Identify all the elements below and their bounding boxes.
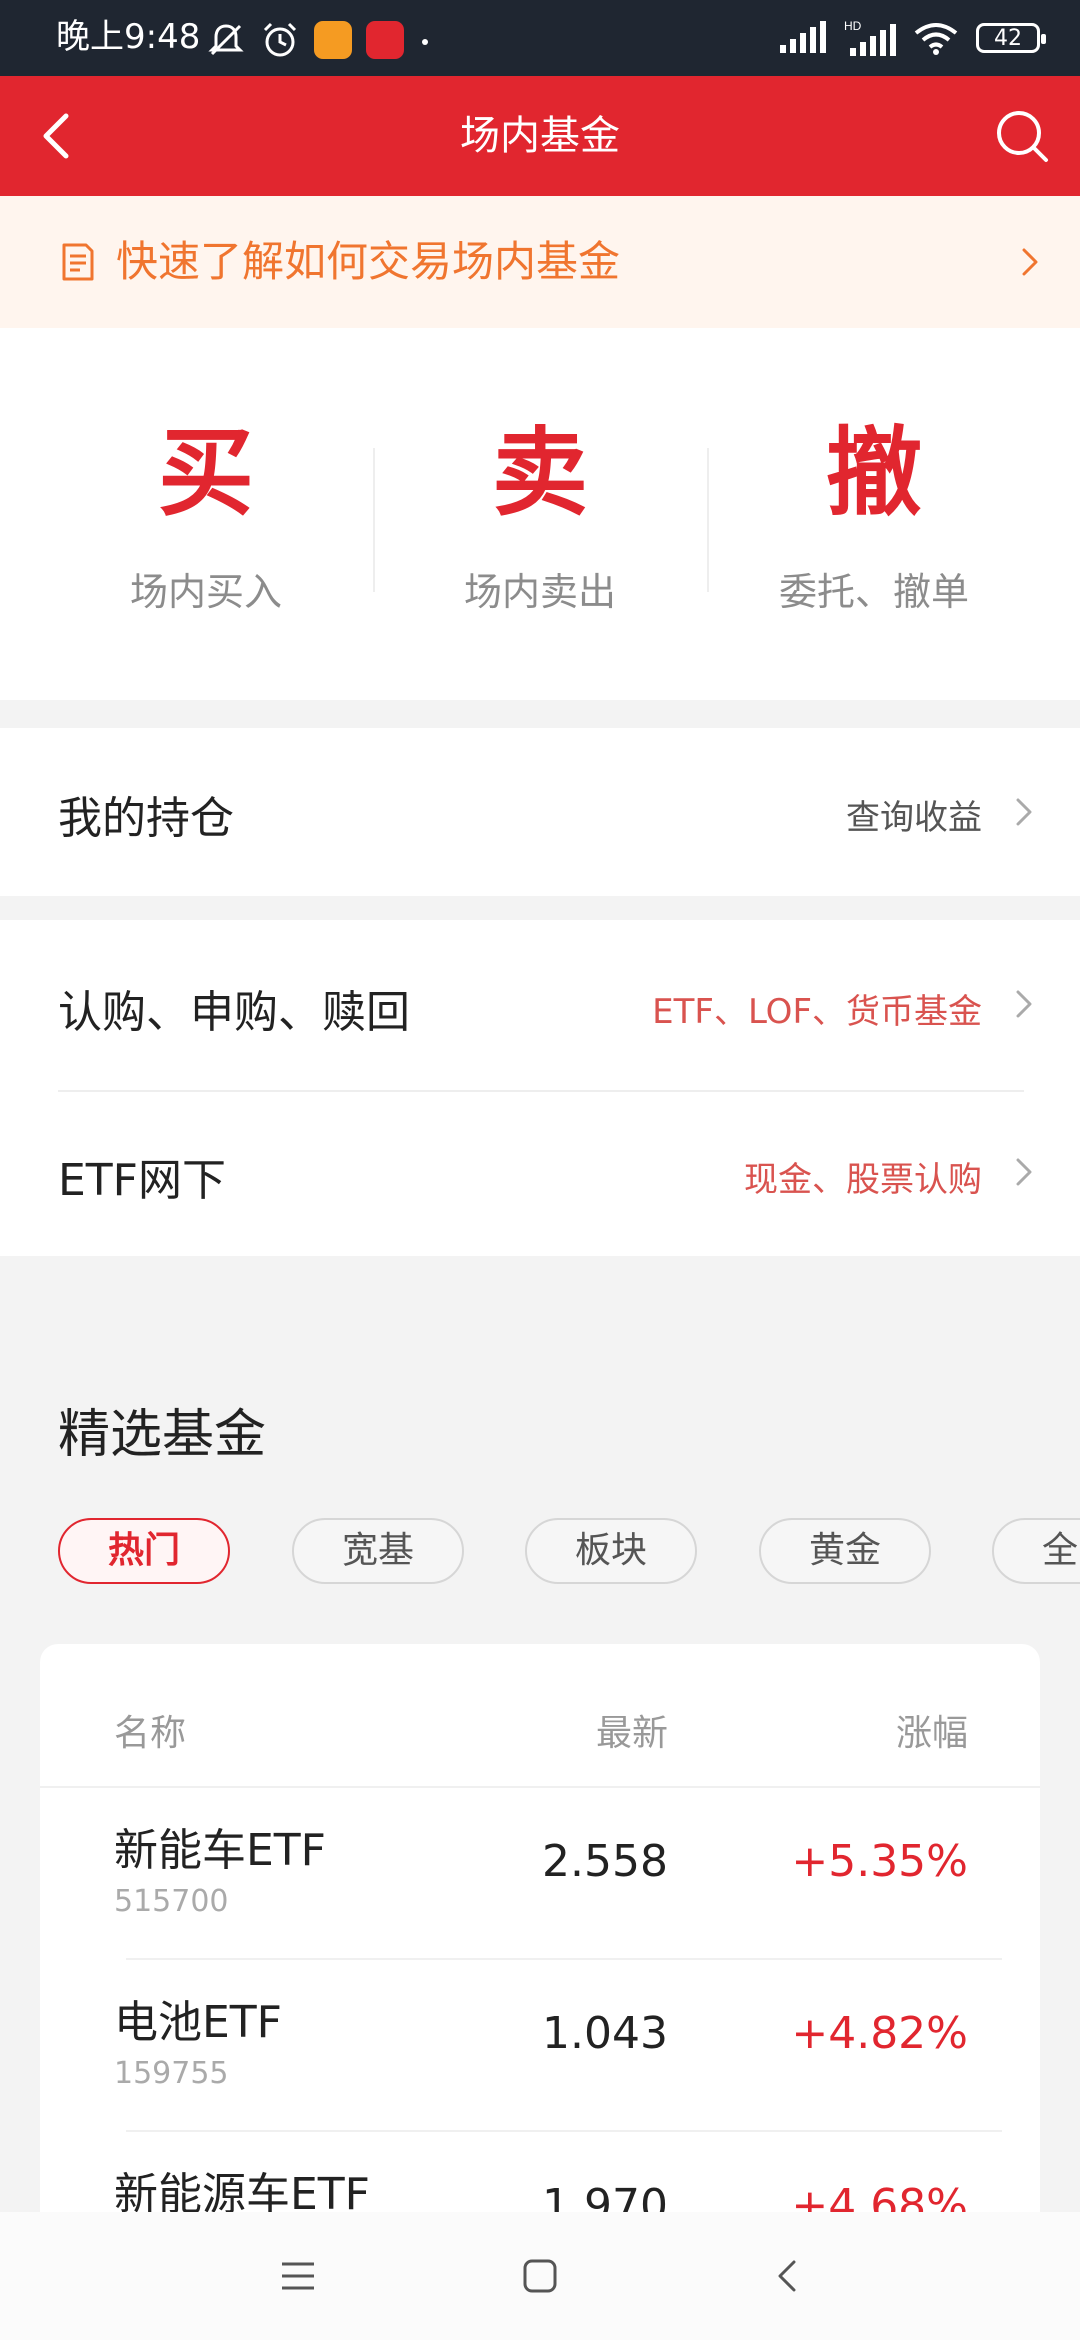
etf-offline-label: ETF网下 [58, 1155, 226, 1206]
sell-button[interactable]: 卖 场内卖出 [372, 328, 708, 700]
chip-gold[interactable]: 黄金 [759, 1518, 931, 1584]
cancel-glyph: 撤 [826, 417, 922, 529]
fund-list-card: 名称 最新 涨幅 新能车ETF 515700 2.558 +5.35% 电池ET… [40, 1644, 1040, 2264]
wifi-icon [914, 23, 958, 55]
chevron-right-icon [1016, 798, 1032, 826]
menu-icon[interactable] [276, 2254, 320, 2298]
chip-all[interactable]: 全 [992, 1518, 1080, 1584]
guide-banner[interactable]: 快速了解如何交易场内基金 [0, 196, 1080, 328]
trade-actions: 买 场内买入 卖 场内卖出 撤 委托、撤单 [0, 328, 1080, 700]
fund-price: 1.043 [542, 2008, 668, 2059]
fund-change: +5.35% [791, 1836, 968, 1887]
fund-price: 2.558 [542, 1836, 668, 1887]
subscribe-row[interactable]: 认购、申购、赎回 ETF、LOF、货币基金 [0, 920, 1080, 1090]
subscribe-label: 认购、申购、赎回 [58, 987, 410, 1038]
document-icon [62, 243, 94, 281]
subscribe-types: ETF、LOF、货币基金 [652, 992, 982, 1032]
etf-offline-row[interactable]: ETF网下 现金、股票认购 [0, 1092, 1080, 1256]
query-profit-link[interactable]: 查询收益 [846, 790, 982, 839]
fund-code: 159755 [114, 2056, 229, 2091]
svg-text:HD: HD [844, 19, 862, 33]
app-icon [366, 21, 404, 59]
column-header-name: 名称 [114, 1713, 187, 1754]
home-icon[interactable] [518, 2254, 562, 2298]
holdings-label: 我的持仓 [58, 793, 234, 844]
status-icons-right: HD 42 [778, 18, 1046, 58]
system-nav-bar [0, 2212, 1080, 2340]
fund-name: 新能车ETF [114, 1825, 326, 1876]
chip-hot[interactable]: 热门 [58, 1518, 230, 1584]
fund-row[interactable]: 新能车ETF 515700 2.558 +5.35% [40, 1788, 1040, 1960]
status-bar: 晚上9:48 HD 42 [0, 0, 1080, 76]
search-icon[interactable] [992, 106, 1052, 166]
fund-services-card: 认购、申购、赎回 ETF、LOF、货币基金 ETF网下 现金、股票认购 [0, 920, 1080, 1256]
buy-label: 场内买入 [129, 570, 282, 614]
signal-icon [780, 21, 826, 53]
fund-change: +4.82% [791, 2008, 968, 2059]
status-icons-left [206, 20, 432, 60]
cancel-order-button[interactable]: 撤 委托、撤单 [706, 328, 1042, 700]
status-time: 晚上9:48 [56, 17, 201, 57]
chevron-right-icon [1016, 990, 1032, 1018]
page-title: 场内基金 [460, 113, 620, 159]
column-header-change: 涨幅 [895, 1713, 968, 1754]
back-icon[interactable] [766, 2254, 810, 2298]
dot-icon [422, 39, 428, 45]
battery-level: 42 [994, 25, 1022, 51]
cancel-label: 委托、撤单 [778, 570, 969, 614]
sell-glyph: 卖 [492, 417, 588, 529]
selected-funds-title: 精选基金 [58, 1405, 267, 1465]
buy-button[interactable]: 买 场内买入 [38, 328, 374, 700]
title-bar: 场内基金 [0, 76, 1080, 196]
column-header-latest: 最新 [595, 1713, 668, 1754]
fund-row[interactable]: 电池ETF 159755 1.043 +4.82% [40, 1960, 1040, 2132]
guide-banner-text: 快速了解如何交易场内基金 [116, 237, 621, 286]
chip-broad-base[interactable]: 宽基 [292, 1518, 464, 1584]
holdings-row[interactable]: 我的持仓 查询收益 [0, 728, 1080, 896]
hd-signal-icon: HD [844, 19, 896, 56]
notification-off-icon [208, 24, 244, 56]
chevron-right-icon [1016, 1158, 1032, 1186]
fund-category-chips: 热门 宽基 板块 黄金 全 [0, 1518, 1080, 1590]
chip-sector[interactable]: 板块 [525, 1518, 697, 1584]
taobao-app-icon [314, 21, 352, 59]
chevron-right-icon [1022, 248, 1038, 276]
fund-name: 电池ETF [114, 1997, 282, 2048]
fund-code: 515700 [114, 1884, 229, 1919]
buy-glyph: 买 [158, 417, 254, 529]
battery-icon: 42 [976, 23, 1046, 53]
etf-offline-types: 现金、股票认购 [744, 1160, 982, 1200]
alarm-icon [263, 22, 297, 57]
sell-label: 场内卖出 [463, 570, 616, 614]
